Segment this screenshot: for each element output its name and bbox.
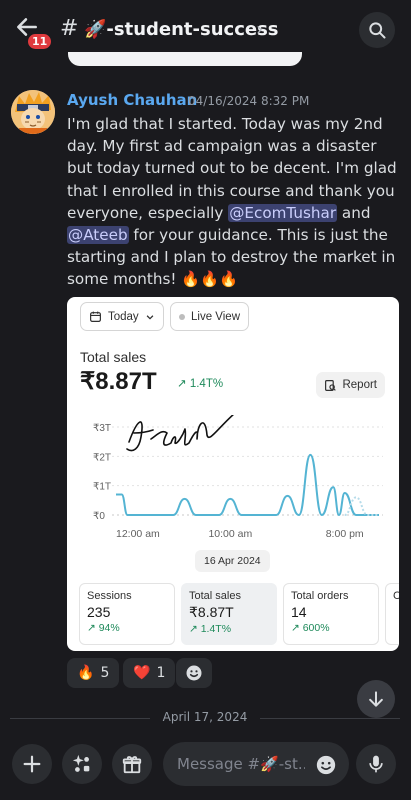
divider-line: [260, 718, 400, 719]
x-tick-label: 8:00 pm: [326, 528, 364, 540]
report-button: Report: [316, 372, 385, 398]
message-composer: [0, 734, 411, 800]
metric-card-partial: C: [385, 583, 399, 645]
add-reaction-button[interactable]: [176, 658, 212, 688]
metric-change: ↗ 94%: [87, 622, 120, 634]
date-filter-label: Today: [108, 310, 139, 323]
report-label: Report: [342, 379, 377, 391]
signature-scribble: [126, 415, 235, 452]
channel-title[interactable]: 🚀-student-success: [84, 19, 279, 40]
reaction-heart[interactable]: ❤️ 1: [123, 658, 176, 688]
unread-badge: 11: [26, 32, 54, 51]
metric-value: 14: [291, 604, 307, 620]
reaction-count: 5: [100, 665, 110, 681]
sales-line-chart: ₹0 ₹1T ₹2T ₹3T 12:00 am 10:00 am 8:00 pm: [93, 415, 383, 540]
reaction-fire[interactable]: 🔥 5: [67, 658, 120, 688]
user-avatar-image: [11, 90, 55, 134]
metric-card-selected: Total sales ₹8.87T ↗ 1.4T%: [181, 583, 277, 645]
date-divider: April 17, 2024: [10, 708, 400, 728]
message-author[interactable]: Ayush Chauhan: [67, 91, 197, 109]
fire-emoji-icon: 🔥: [77, 665, 95, 681]
mention-ecomtushar[interactable]: @EcomTushar: [228, 203, 338, 222]
gift-icon: [122, 756, 142, 774]
total-sales-value: ₹8.87T: [80, 368, 157, 395]
reaction-count: 1: [156, 665, 166, 681]
search-icon: [369, 22, 386, 39]
metric-label: Total sales: [189, 590, 241, 602]
attached-image[interactable]: Today Live View Total sales ₹8.87T ↗ 1.4…: [67, 297, 399, 651]
chevron-right-icon[interactable]: ›: [256, 19, 263, 40]
gift-button[interactable]: [112, 744, 152, 784]
voice-message-button[interactable]: [356, 744, 396, 784]
y-tick-label: ₹0: [93, 511, 105, 522]
divider-date: April 17, 2024: [162, 710, 248, 724]
search-button[interactable]: [359, 12, 395, 48]
metric-label: Total orders: [291, 590, 349, 602]
metric-label: C: [393, 590, 399, 602]
live-view-button: Live View: [170, 302, 250, 331]
message-timestamp: 04/16/2024 8:32 PM: [188, 94, 310, 108]
mention-ateeb[interactable]: @Ateeb: [67, 226, 129, 245]
metric-card: Sessions 235 ↗ 94%: [79, 583, 175, 645]
metric-value: 235: [87, 604, 111, 620]
live-view-label: Live View: [191, 310, 241, 323]
plus-icon: [23, 755, 41, 773]
total-sales-change: ↗ 1.4T%: [177, 378, 224, 390]
live-dot-icon: [179, 313, 185, 320]
emoji-button[interactable]: [315, 754, 337, 780]
chart-date-pill: 16 Apr 2024: [195, 550, 270, 572]
x-tick-label: 10:00 am: [208, 528, 252, 540]
metric-card: Total orders 14 ↗ 600%: [283, 583, 379, 645]
avatar[interactable]: [11, 90, 55, 134]
x-tick-label: 12:00 am: [116, 528, 160, 540]
add-attachment-button[interactable]: [12, 744, 52, 784]
channel-header: 11 # 🚀-student-success ›: [0, 0, 411, 60]
heart-emoji-icon: ❤️: [133, 665, 151, 681]
metric-value: ₹8.87T: [189, 604, 234, 620]
metric-change: ↗ 600%: [291, 622, 330, 634]
sales-series-line: [116, 453, 379, 517]
total-sales-label: Total sales: [80, 349, 147, 365]
date-filter: Today: [80, 302, 164, 331]
chevron-down-icon: [146, 314, 154, 320]
metric-label: Sessions: [87, 590, 132, 602]
report-icon: [325, 379, 337, 391]
apps-button[interactable]: [62, 744, 102, 784]
y-tick-label: ₹2T: [93, 452, 111, 463]
sparkle-apps-icon: [72, 754, 90, 772]
smiley-plus-icon: [186, 665, 202, 681]
message-text-part: and: [337, 203, 371, 222]
metric-change: ↗ 1.4T%: [189, 623, 232, 635]
y-tick-label: ₹3T: [93, 423, 111, 434]
channel-hash-icon: #: [60, 16, 79, 41]
message-body: I'm glad that I started. Today was my 2n…: [67, 113, 402, 291]
y-tick-label: ₹1T: [93, 482, 111, 493]
previous-embed: [68, 52, 302, 66]
arrow-down-icon: [369, 691, 383, 707]
calendar-icon: [90, 311, 101, 322]
microphone-icon: [369, 755, 383, 773]
emoji-icon: [316, 755, 336, 775]
